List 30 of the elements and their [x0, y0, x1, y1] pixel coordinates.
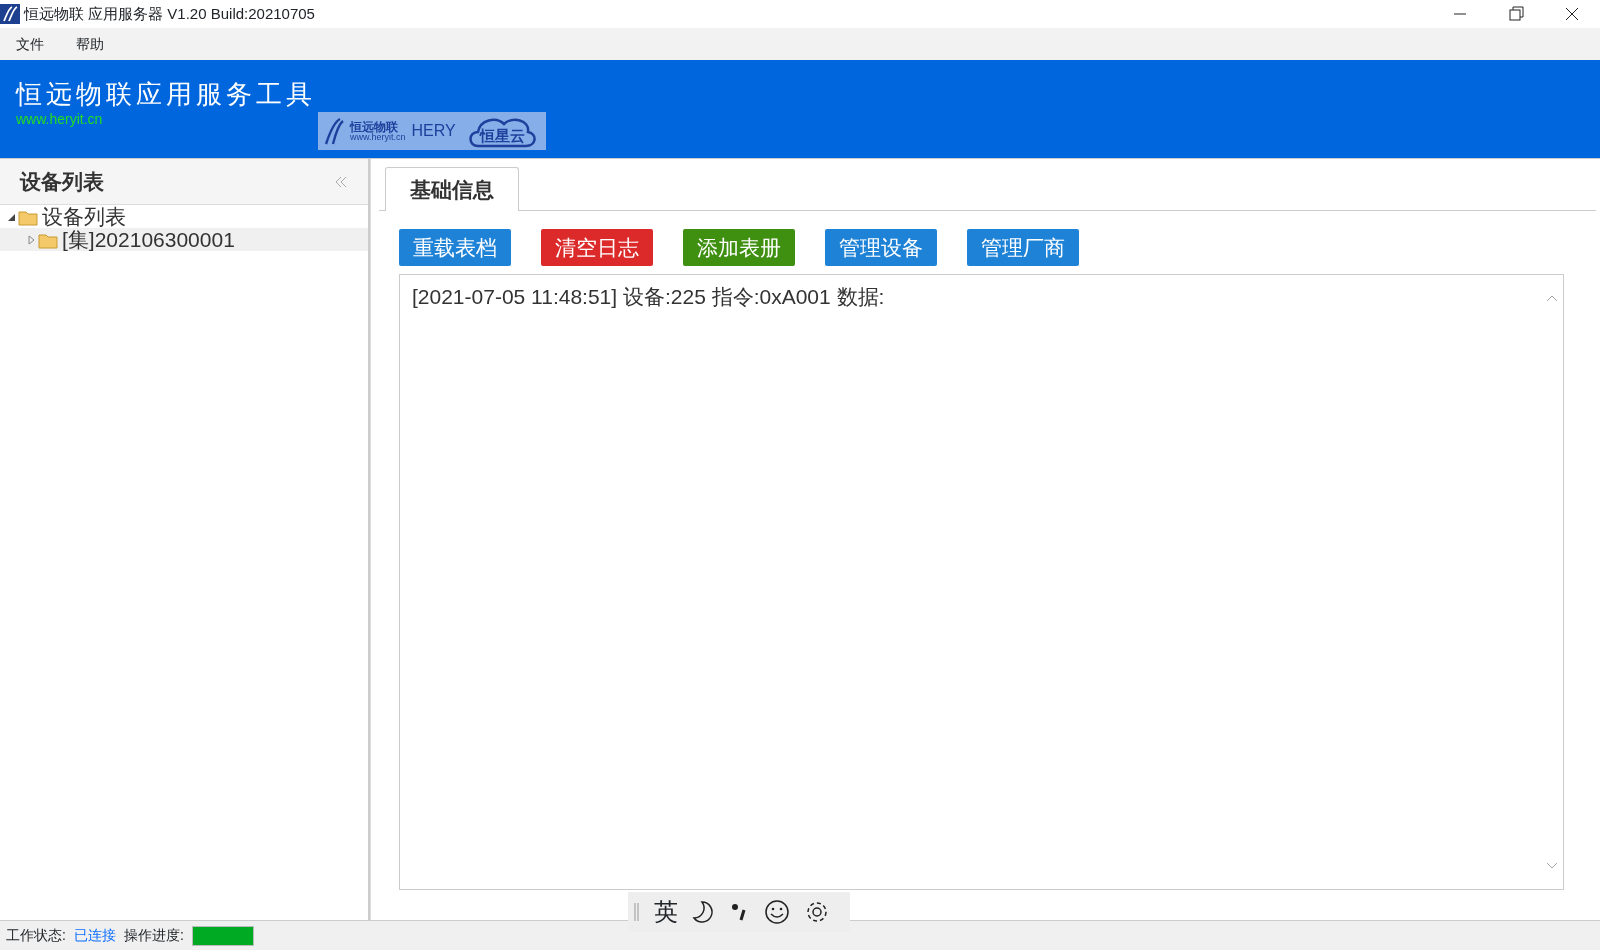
smiley-icon[interactable]	[764, 899, 790, 925]
moon-icon[interactable]	[692, 900, 716, 924]
connection-status: 已连接	[73, 926, 116, 945]
tree-item[interactable]: 设备列表	[42, 206, 126, 227]
settings-icon[interactable]	[804, 899, 830, 925]
action-button[interactable]: 管理设备	[825, 229, 937, 267]
scroll-up-icon[interactable]	[1545, 293, 1559, 304]
status-label: 工作状态:	[6, 926, 66, 945]
app-logo-icon	[0, 4, 20, 24]
app-title: 恒远物联应用服务工具	[16, 80, 316, 109]
panel-title: 设备列表	[20, 168, 104, 195]
logo-brand: 恒远物联	[350, 120, 398, 133]
logo-cloud-text: 恒星云	[479, 128, 525, 143]
grip-icon[interactable]	[634, 902, 640, 922]
collapse-icon[interactable]	[334, 174, 348, 189]
progress-label: 操作进度:	[123, 926, 184, 945]
log-line: [2021-07-05 11:48:51] 设备:225 指令:0xA001 数据:	[412, 284, 886, 311]
ime-mode-toggle[interactable]: 英	[654, 894, 678, 930]
action-button[interactable]: 重载表档	[399, 229, 511, 267]
action-button[interactable]: 添加表册	[683, 229, 795, 267]
window-title: 恒远物联 应用服务器 V1.20 Build:20210705	[24, 3, 316, 24]
action-button[interactable]: 清空日志	[541, 229, 653, 267]
scroll-down-icon[interactable]	[1545, 861, 1559, 871]
menu-item[interactable]: 文件	[0, 33, 60, 55]
action-button[interactable]: 管理厂商	[967, 229, 1079, 267]
logo-name: HERY	[411, 121, 456, 141]
logo-mark-icon	[322, 116, 344, 146]
tab[interactable]: 基础信息	[385, 166, 519, 211]
logo-site: www.heryit.cn	[350, 132, 406, 142]
menu-item[interactable]: 帮助	[60, 33, 120, 55]
